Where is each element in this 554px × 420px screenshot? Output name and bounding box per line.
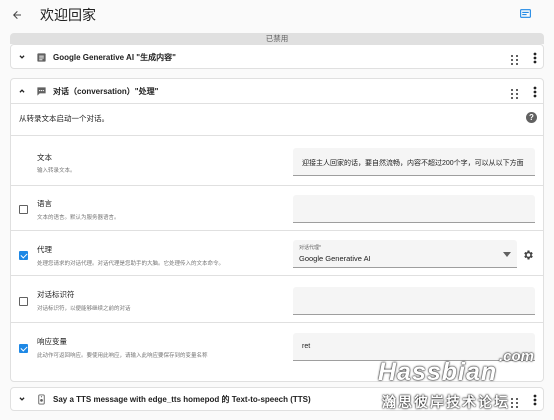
more-menu-button[interactable] xyxy=(533,393,537,411)
field-label: 语言 xyxy=(37,199,52,208)
field-description: 输入转录文本。 xyxy=(37,168,76,174)
action-icon xyxy=(35,85,47,97)
chevron-up-icon xyxy=(19,89,25,93)
dropdown-caret-icon xyxy=(503,252,511,257)
chevron-down-icon xyxy=(19,397,25,401)
conversation-id-input[interactable] xyxy=(293,287,535,315)
save-button[interactable] xyxy=(519,7,532,25)
field-description: 处理您请求的对话代理。对话代理是您助手的大脑。它处理传入的文本命令。 xyxy=(37,261,225,267)
help-button[interactable]: ? xyxy=(526,112,537,123)
text-input-value: 迎接主人回家的话，要自然流畅，内容不超过200个字，可以从以下方面 xyxy=(302,160,524,167)
drag-icon xyxy=(511,55,518,65)
drag-handle[interactable] xyxy=(511,86,519,104)
field-conversation-id: 对话标识符 对话标识符，以便能够继续之前的对话 xyxy=(11,275,543,322)
chevron-down-icon xyxy=(19,55,25,59)
list-icon xyxy=(36,52,46,62)
divider xyxy=(11,103,543,104)
response-variable-input-value: ret xyxy=(302,343,311,350)
field-label: 响应变量 xyxy=(37,337,67,346)
action-card-generate-content: Google Generative AI "生成内容" xyxy=(10,44,544,69)
page-title: 欢迎回家 xyxy=(40,7,96,23)
gear-icon xyxy=(524,250,533,260)
action-title: 对话（conversation）"处理" xyxy=(53,86,159,96)
action-header[interactable]: 对话（conversation）"处理" xyxy=(11,79,543,103)
field-agent: 代理 处理您请求的对话代理。对话代理是您助手的大脑。它处理传入的文本命令。 对话… xyxy=(11,230,543,275)
response-variable-input[interactable]: ret xyxy=(293,333,535,361)
drag-handle[interactable] xyxy=(511,395,519,413)
action-header[interactable]: Google Generative AI "生成内容" xyxy=(11,45,543,69)
speaker-icon xyxy=(37,393,45,405)
action-icon xyxy=(35,51,47,63)
language-checkbox[interactable] xyxy=(19,205,28,214)
field-response-variable: 响应变量 此动作可返回响应。要使用此响应，请输入此响应要保存到的变量名称 ret xyxy=(11,322,543,370)
action-title: Google Generative AI "生成内容" xyxy=(53,52,176,62)
disabled-banner: 已禁用 xyxy=(10,33,544,44)
expand-button[interactable] xyxy=(16,51,28,63)
drag-icon xyxy=(511,89,518,99)
top-bar: 欢迎回家 xyxy=(0,0,554,30)
arrow-left-icon xyxy=(13,11,21,19)
action-icon xyxy=(35,393,47,405)
select-value: Google Generative AI xyxy=(299,254,371,263)
field-label: 代理 xyxy=(37,245,52,254)
action-card-conversation-process: 对话（conversation）"处理" 从转录文本启动一个对话。 ? 文本 输… xyxy=(10,78,544,382)
field-description: 文本的语言。默认为服务器语言。 xyxy=(37,215,120,221)
save-icon xyxy=(520,9,531,18)
drag-handle[interactable] xyxy=(511,52,519,70)
expand-button[interactable] xyxy=(16,393,28,405)
field-label: 对话标识符 xyxy=(37,290,75,299)
action-title: Say a TTS message with edge_tts homepod … xyxy=(53,394,311,404)
more-menu-button[interactable] xyxy=(533,51,537,69)
drag-icon xyxy=(511,398,518,408)
field-text: 文本 输入转录文本。 迎接主人回家的话，要自然流畅，内容不超过200个字，可以从… xyxy=(11,135,543,185)
more-vertical-icon xyxy=(533,52,537,64)
more-vertical-icon xyxy=(533,394,537,406)
more-menu-button[interactable] xyxy=(533,85,537,103)
action-card-tts: Say a TTS message with edge_tts homepod … xyxy=(10,387,544,411)
agent-settings-button[interactable] xyxy=(522,248,534,266)
field-label: 文本 xyxy=(37,153,52,162)
text-input[interactable]: 迎接主人回家的话，要自然流畅，内容不超过200个字，可以从以下方面 xyxy=(293,148,535,176)
language-input[interactable] xyxy=(293,195,535,223)
back-button[interactable] xyxy=(2,0,32,30)
agent-checkbox[interactable] xyxy=(19,251,28,260)
conversation-id-checkbox[interactable] xyxy=(19,297,28,306)
more-vertical-icon xyxy=(533,86,537,98)
field-description: 对话标识符，以便能够继续之前的对话 xyxy=(37,306,131,312)
action-header[interactable]: Say a TTS message with edge_tts homepod … xyxy=(11,388,543,410)
field-language: 语言 文本的语言。默认为服务器语言。 xyxy=(11,185,543,230)
action-description: 从转录文本启动一个对话。 xyxy=(19,114,109,123)
collapse-button[interactable] xyxy=(16,85,28,97)
response-variable-checkbox[interactable] xyxy=(19,344,28,353)
agent-select[interactable]: 对话代理* Google Generative AI xyxy=(293,240,517,268)
chat-icon xyxy=(36,86,46,96)
field-description: 此动作可返回响应。要使用此响应，请输入此响应要保存到的变量名称 xyxy=(37,353,208,359)
select-label: 对话代理* xyxy=(299,245,321,251)
